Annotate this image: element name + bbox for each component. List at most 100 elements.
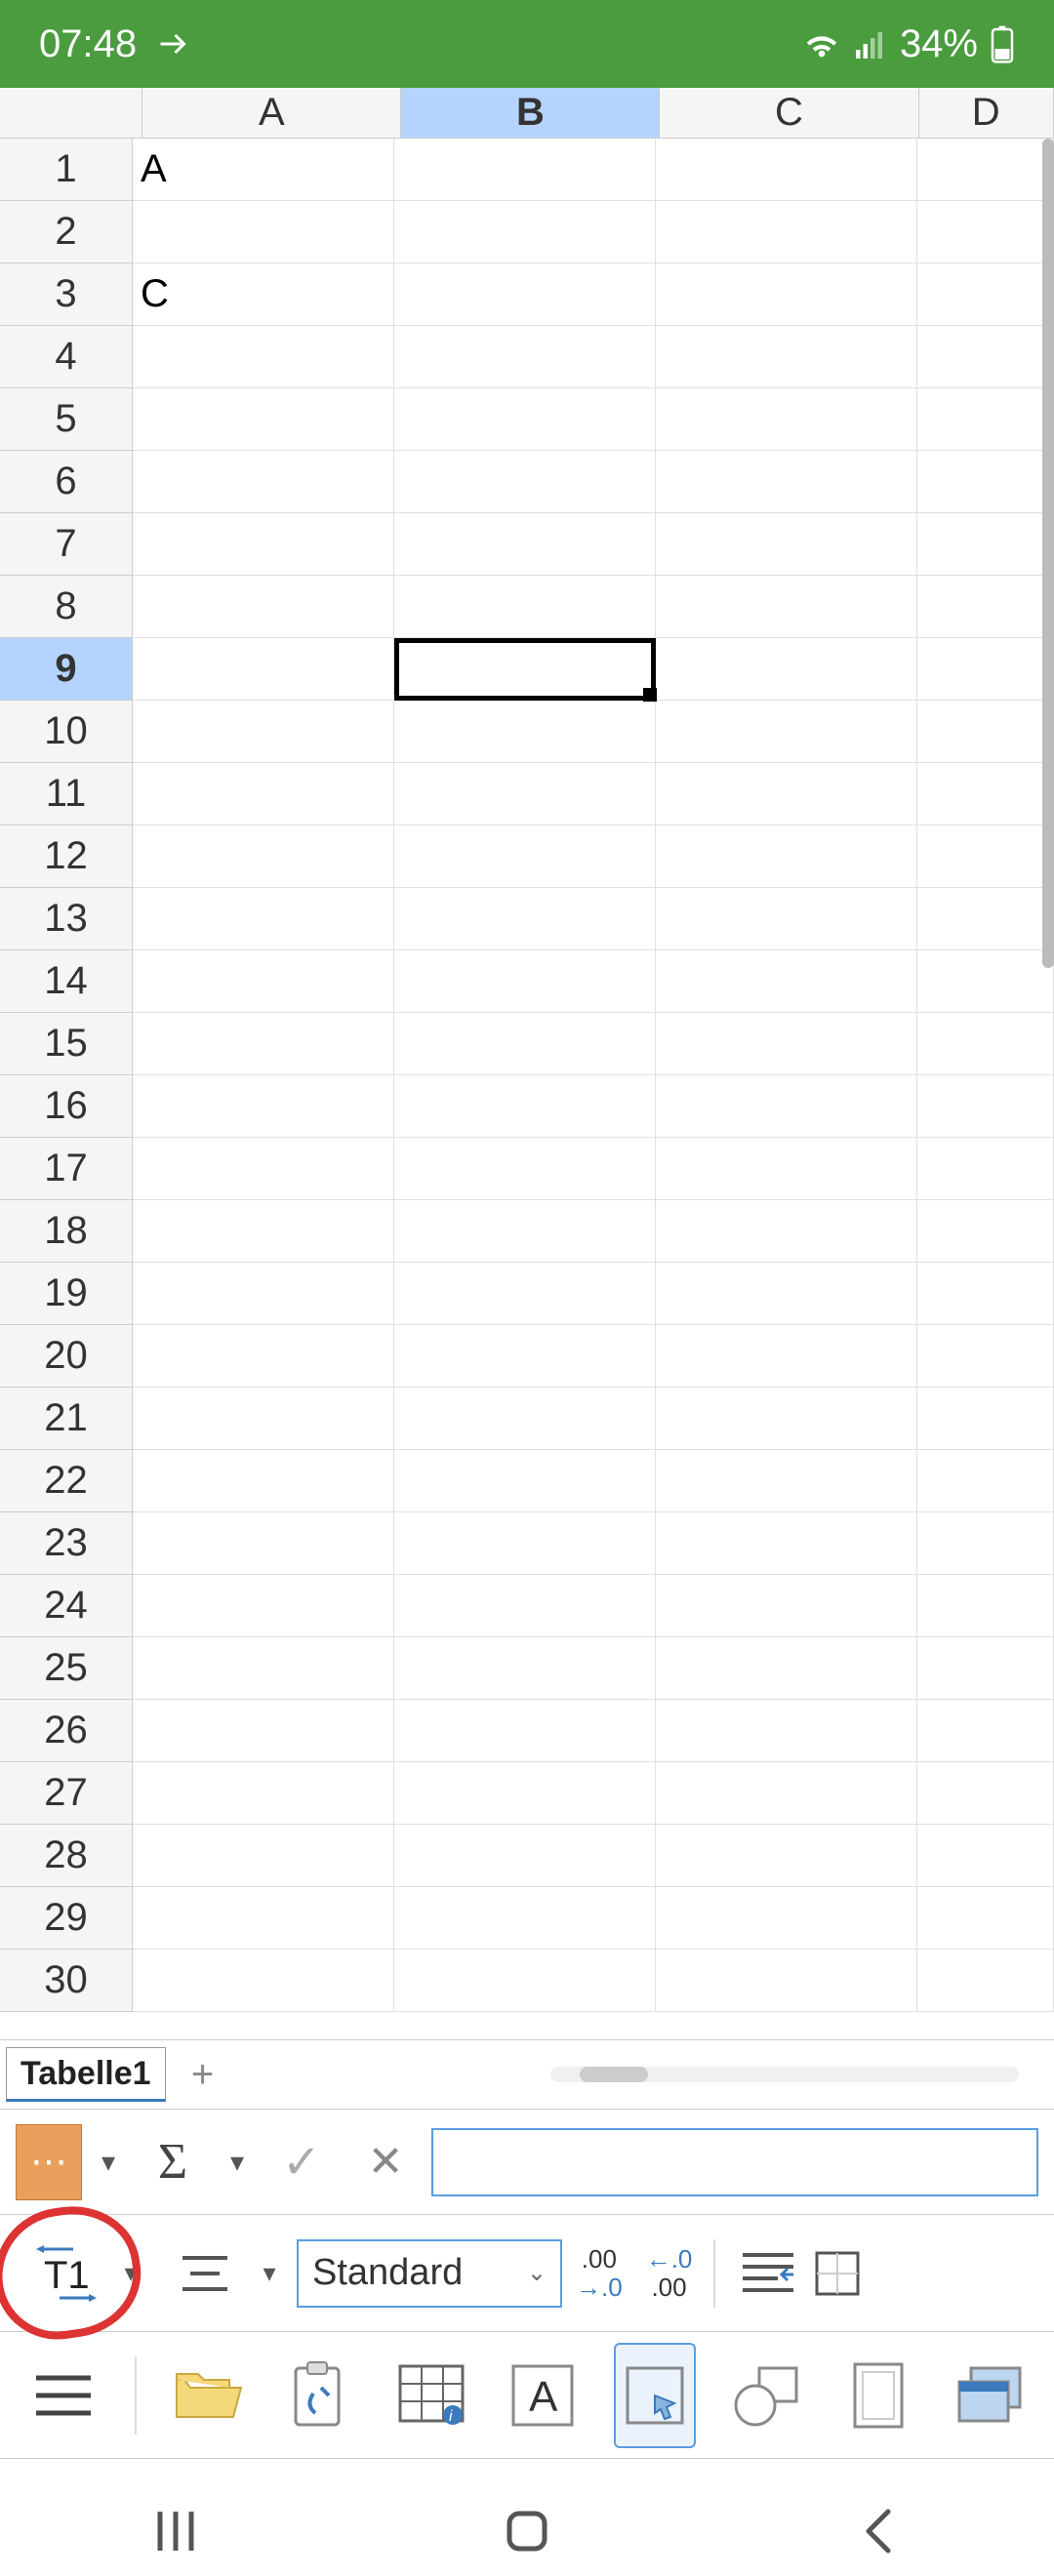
cell-C22[interactable] (656, 1450, 917, 1512)
cell-C4[interactable] (656, 326, 917, 388)
cell-A17[interactable] (133, 1138, 394, 1200)
cell-A30[interactable] (133, 1950, 394, 2012)
cell-D19[interactable] (917, 1263, 1054, 1325)
cell-B24[interactable] (394, 1575, 656, 1637)
cell-C24[interactable] (656, 1575, 917, 1637)
cell-B29[interactable] (394, 1887, 656, 1950)
row-header-7[interactable]: 7 (0, 513, 133, 576)
row-header-9[interactable]: 9 (0, 638, 133, 701)
row-header-8[interactable]: 8 (0, 576, 133, 638)
cell-A6[interactable] (133, 451, 394, 513)
col-header-B[interactable]: B (401, 88, 660, 139)
row-header-19[interactable]: 19 (0, 1263, 133, 1325)
cell-C27[interactable] (656, 1762, 917, 1825)
cell-A10[interactable] (133, 701, 394, 763)
cell-B9[interactable] (394, 638, 656, 701)
cell-A18[interactable] (133, 1200, 394, 1263)
row-header-23[interactable]: 23 (0, 1512, 133, 1575)
cell-A5[interactable] (133, 388, 394, 451)
cell-C3[interactable] (656, 263, 917, 326)
cell-B11[interactable] (394, 763, 656, 825)
cell-D20[interactable] (917, 1325, 1054, 1388)
cell-B8[interactable] (394, 576, 656, 638)
cell-B4[interactable] (394, 326, 656, 388)
back-button[interactable] (820, 2473, 937, 2576)
decrease-decimal-button[interactable]: .00 →.0 (566, 2245, 632, 2301)
cell-D23[interactable] (917, 1512, 1054, 1575)
text-format-button[interactable]: A (503, 2343, 583, 2448)
cell-B15[interactable] (394, 1013, 656, 1075)
cell-A21[interactable] (133, 1388, 394, 1450)
cell-B26[interactable] (394, 1700, 656, 1762)
cell-D28[interactable] (917, 1825, 1054, 1887)
row-header-26[interactable]: 26 (0, 1700, 133, 1762)
paste-button[interactable] (279, 2343, 359, 2448)
cell-A1[interactable]: A (133, 139, 394, 201)
cell-A2[interactable] (133, 201, 394, 263)
cell-C15[interactable] (656, 1013, 917, 1075)
cell-C6[interactable] (656, 451, 917, 513)
row-header-25[interactable]: 25 (0, 1637, 133, 1700)
cell-C29[interactable] (656, 1887, 917, 1950)
cell-D6[interactable] (917, 451, 1054, 513)
cell-B17[interactable] (394, 1138, 656, 1200)
row-header-24[interactable]: 24 (0, 1575, 133, 1637)
cell-B16[interactable] (394, 1075, 656, 1138)
cell-C18[interactable] (656, 1200, 917, 1263)
align-dropdown-icon[interactable]: ▾ (252, 2258, 287, 2288)
cell-C23[interactable] (656, 1512, 917, 1575)
cell-B22[interactable] (394, 1450, 656, 1512)
cell-C7[interactable] (656, 513, 917, 576)
cell-C5[interactable] (656, 388, 917, 451)
cell-B2[interactable] (394, 201, 656, 263)
cell-D22[interactable] (917, 1450, 1054, 1512)
cell-A29[interactable] (133, 1887, 394, 1950)
cell-D8[interactable] (917, 576, 1054, 638)
cell-B27[interactable] (394, 1762, 656, 1825)
cell-B19[interactable] (394, 1263, 656, 1325)
row-header-1[interactable]: 1 (0, 139, 133, 201)
cell-C1[interactable] (656, 139, 917, 201)
cell-C13[interactable] (656, 888, 917, 950)
cell-D7[interactable] (917, 513, 1054, 576)
page-layout-button[interactable] (838, 2343, 918, 2448)
row-header-14[interactable]: 14 (0, 950, 133, 1013)
cell-C21[interactable] (656, 1388, 917, 1450)
cell-A24[interactable] (133, 1575, 394, 1637)
shapes-button[interactable] (727, 2343, 807, 2448)
cell-D13[interactable] (917, 888, 1054, 950)
cell-C2[interactable] (656, 201, 917, 263)
open-file-button[interactable] (168, 2343, 248, 2448)
cell-D26[interactable] (917, 1700, 1054, 1762)
select-tool-button[interactable] (614, 2343, 695, 2448)
name-box-dropdown-icon[interactable]: ▾ (90, 2146, 127, 2178)
cell-A12[interactable] (133, 825, 394, 888)
cell-B12[interactable] (394, 825, 656, 888)
cell-D24[interactable] (917, 1575, 1054, 1637)
number-format-select[interactable]: Standard ⌄ (297, 2239, 562, 2308)
cell-D1[interactable] (917, 139, 1054, 201)
corner-cell[interactable] (0, 88, 142, 139)
cell-D2[interactable] (917, 201, 1054, 263)
cell-A23[interactable] (133, 1512, 394, 1575)
cells-area[interactable]: A C (133, 139, 1054, 2039)
tabs-scroll-thumb[interactable] (580, 2067, 648, 2082)
cell-A3[interactable]: C (133, 263, 394, 326)
cell-C25[interactable] (656, 1637, 917, 1700)
cell-A16[interactable] (133, 1075, 394, 1138)
cancel-button[interactable]: ✕ (347, 2124, 424, 2200)
row-header-21[interactable]: 21 (0, 1388, 133, 1450)
row-header-11[interactable]: 11 (0, 763, 133, 825)
cell-B18[interactable] (394, 1200, 656, 1263)
sigma-button[interactable]: Σ (135, 2124, 211, 2200)
text-direction-button[interactable]: T1 (25, 2233, 107, 2314)
windows-button[interactable] (951, 2343, 1031, 2448)
home-button[interactable] (468, 2473, 586, 2576)
cell-A7[interactable] (133, 513, 394, 576)
text-direction-dropdown-icon[interactable]: ▾ (113, 2258, 148, 2288)
formula-input[interactable] (431, 2128, 1038, 2196)
cell-B23[interactable] (394, 1512, 656, 1575)
col-header-D[interactable]: D (919, 88, 1054, 139)
cell-B6[interactable] (394, 451, 656, 513)
row-header-29[interactable]: 29 (0, 1887, 133, 1950)
